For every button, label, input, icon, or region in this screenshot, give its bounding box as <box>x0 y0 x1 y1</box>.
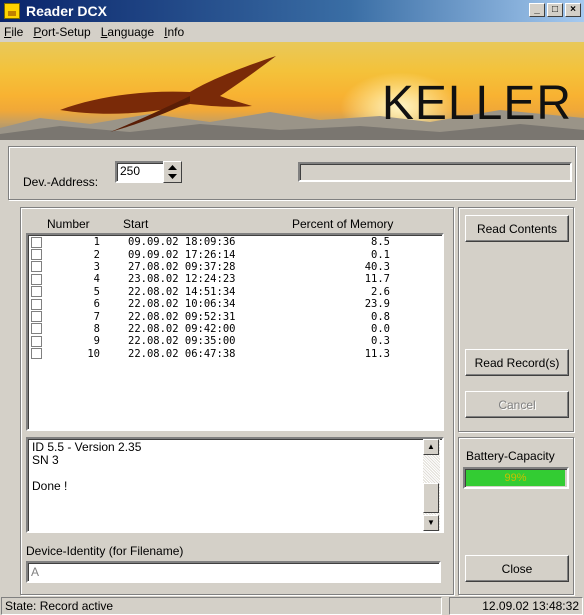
title-bar: Reader DCX _ □ × <box>0 0 584 22</box>
device-address-input[interactable]: 250 <box>115 161 165 183</box>
row-start: 27.08.02 09:37:28 <box>128 260 236 273</box>
row-percent: 11.3 <box>364 347 390 360</box>
log-line: ID 5.5 - Version 2.35 <box>32 440 142 454</box>
table-row[interactable]: 5 22.08.02 14:51:34 2.6 <box>28 286 442 298</box>
table-row[interactable]: 7 22.08.02 09:52:31 0.8 <box>28 310 442 323</box>
row-checkbox[interactable] <box>31 249 42 261</box>
row-number: 6 <box>93 298 100 311</box>
row-start: 22.08.02 10:06:34 <box>128 298 236 311</box>
log-line: SN 3 <box>32 453 59 467</box>
minimize-button[interactable]: _ <box>529 3 545 17</box>
table-row[interactable]: 10 22.08.02 06:47:38 11.3 <box>28 348 442 360</box>
row-number: 10 <box>87 347 100 360</box>
row-percent: 11.7 <box>364 273 390 286</box>
battery-fill: 99% <box>466 470 565 486</box>
menu-port-setup[interactable]: Port-Setup <box>33 25 90 39</box>
row-number: 4 <box>93 273 100 286</box>
row-percent: 23.9 <box>364 298 390 311</box>
scroll-thumb[interactable] <box>423 483 439 513</box>
header-percent[interactable]: Percent of Memory <box>292 217 393 231</box>
row-number: 9 <box>93 335 100 348</box>
row-start: 22.08.02 06:47:38 <box>128 347 236 360</box>
progress-field <box>298 162 572 182</box>
close-button[interactable]: Close <box>465 555 569 582</box>
battery-meter: 99% <box>463 467 569 489</box>
menu-file[interactable]: File <box>4 25 23 39</box>
scroll-up-button[interactable]: ▲ <box>423 439 439 455</box>
row-start: 22.08.02 14:51:34 <box>128 285 236 298</box>
status-datetime: 12.09.02 13:48:32 <box>449 597 583 615</box>
table-row[interactable]: 4 23.08.02 12:24:23 11.7 <box>28 273 442 285</box>
row-checkbox[interactable] <box>31 298 42 310</box>
row-percent: 0.8 <box>371 310 390 323</box>
row-percent: 2.6 <box>371 285 390 298</box>
window-title: Reader DCX <box>26 3 107 19</box>
menu-info[interactable]: Info <box>164 25 184 39</box>
row-start: 22.08.02 09:52:31 <box>128 310 236 323</box>
window-controls: _ □ × <box>529 3 581 17</box>
scroll-down-button[interactable]: ▼ <box>423 515 439 531</box>
device-address-spinner[interactable] <box>163 161 182 183</box>
spinner-arrows-icon <box>168 165 177 179</box>
log-box[interactable]: ID 5.5 - Version 2.35 SN 3 Done ! <box>26 437 444 533</box>
row-percent: 0.1 <box>371 248 390 261</box>
header-number[interactable]: Number <box>47 217 90 231</box>
row-checkbox[interactable] <box>31 323 42 335</box>
maximize-button[interactable]: □ <box>547 3 563 17</box>
row-number: 3 <box>93 260 100 273</box>
row-checkbox[interactable] <box>31 286 42 298</box>
table-row[interactable]: 9 22.08.02 09:35:00 0.3 <box>28 335 442 347</box>
row-number: 1 <box>93 236 100 249</box>
row-start: 09.09.02 18:09:36 <box>128 236 236 249</box>
row-checkbox[interactable] <box>31 261 42 273</box>
banner-image: KELLER <box>0 42 584 140</box>
row-checkbox[interactable] <box>31 236 42 248</box>
row-start: 22.08.02 09:42:00 <box>128 322 236 335</box>
row-number: 2 <box>93 248 100 261</box>
table-row[interactable]: 3 27.08.02 09:37:28 40.3 <box>28 261 442 273</box>
app-icon[interactable] <box>4 3 20 19</box>
menu-bar: File Port-Setup Language Info <box>0 22 584 42</box>
bird-icon <box>60 56 276 132</box>
identity-input[interactable]: A <box>26 561 441 583</box>
battery-label: Battery-Capacity <box>466 449 555 463</box>
row-start: 09.09.02 17:26:14 <box>128 248 236 261</box>
row-number: 8 <box>93 322 100 335</box>
row-number: 7 <box>93 310 100 323</box>
read-records-button[interactable]: Read Record(s) <box>465 349 569 376</box>
row-checkbox[interactable] <box>31 273 42 285</box>
brand-logo: KELLER <box>381 77 572 130</box>
status-bar: State: Record active 12.09.02 13:48:32 <box>0 596 584 615</box>
header-start[interactable]: Start <box>123 217 148 231</box>
identity-label: Device-Identity (for Filename) <box>26 544 184 558</box>
row-start: 22.08.02 09:35:00 <box>128 335 236 348</box>
menu-language[interactable]: Language <box>101 25 154 39</box>
log-line: Done ! <box>32 479 68 493</box>
cancel-button[interactable]: Cancel <box>465 391 569 418</box>
row-checkbox[interactable] <box>31 311 42 323</box>
row-percent: 8.5 <box>371 236 390 249</box>
row-checkbox[interactable] <box>31 348 42 360</box>
table-row[interactable]: 1 09.09.02 18:09:36 8.5 <box>28 236 442 248</box>
device-address-label: Dev.-Address: <box>23 175 99 189</box>
table-row[interactable]: 8 22.08.02 09:42:00 0.0 <box>28 323 442 335</box>
status-state: State: Record active <box>1 597 442 615</box>
row-percent: 0.0 <box>371 322 390 335</box>
table-row[interactable]: 6 22.08.02 10:06:34 23.9 <box>28 298 442 310</box>
close-window-button[interactable]: × <box>565 3 581 17</box>
row-percent: 40.3 <box>364 260 390 273</box>
row-checkbox[interactable] <box>31 335 42 347</box>
log-scrollbar[interactable]: ▲ ▼ <box>423 439 440 531</box>
records-list[interactable]: 1 09.09.02 18:09:36 8.5 2 09.09.02 17:26:14 0… <box>26 233 444 431</box>
row-number: 5 <box>93 285 100 298</box>
table-row[interactable]: 2 09.09.02 17:26:14 0.1 <box>28 248 442 261</box>
row-start: 23.08.02 12:24:23 <box>128 273 236 286</box>
read-contents-button[interactable]: Read Contents <box>465 215 569 242</box>
row-percent: 0.3 <box>371 335 390 348</box>
